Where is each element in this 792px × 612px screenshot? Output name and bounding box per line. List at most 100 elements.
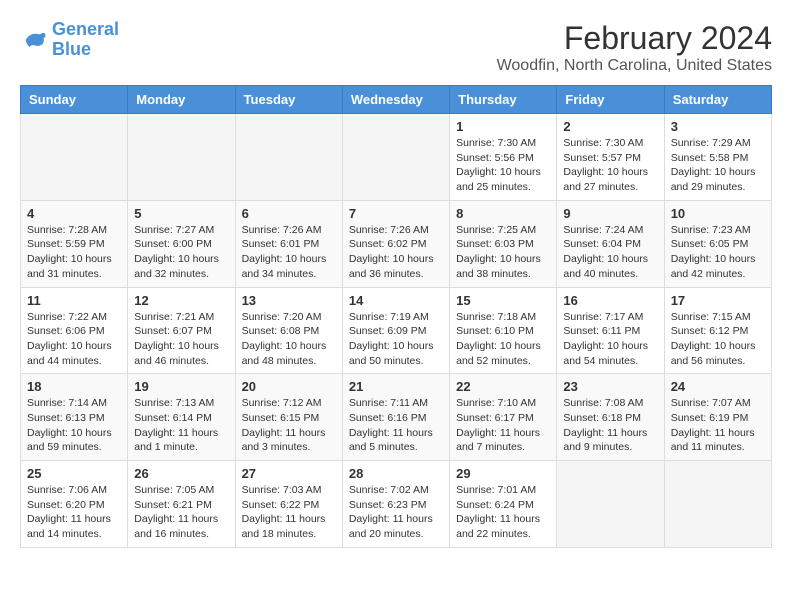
day-info: Sunrise: 7:25 AMSunset: 6:03 PMDaylight:… (456, 223, 550, 282)
day-number: 22 (456, 379, 550, 394)
day-info: Sunrise: 7:22 AMSunset: 6:06 PMDaylight:… (27, 310, 121, 369)
calendar-cell (128, 114, 235, 201)
calendar-cell: 12 Sunrise: 7:21 AMSunset: 6:07 PMDayligh… (128, 287, 235, 374)
calendar-cell: 9 Sunrise: 7:24 AMSunset: 6:04 PMDaylight… (557, 200, 664, 287)
calendar-cell: 5 Sunrise: 7:27 AMSunset: 6:00 PMDaylight… (128, 200, 235, 287)
calendar-cell: 1 Sunrise: 7:30 AMSunset: 5:56 PMDaylight… (450, 114, 557, 201)
calendar-cell: 13Sunrise: 7:20 AMSunset: 6:08 PMDayligh… (235, 287, 342, 374)
calendar-cell: 3 Sunrise: 7:29 AMSunset: 5:58 PMDaylight… (664, 114, 771, 201)
calendar-week-5: 25 Sunrise: 7:06 AMSunset: 6:20 PMDayligh… (21, 461, 772, 548)
page-header: General Blue February 2024 Woodfin, Nort… (20, 20, 772, 75)
calendar-cell: 7 Sunrise: 7:26 AMSunset: 6:02 PMDaylight… (342, 200, 449, 287)
day-info: Sunrise: 7:01 AMSunset: 6:24 PMDaylight:… (456, 483, 550, 542)
day-number: 21 (349, 379, 443, 394)
calendar-header-row: SundayMondayTuesdayWednesdayThursdayFrid… (21, 86, 772, 114)
header-cell-sunday: Sunday (21, 86, 128, 114)
day-number: 6 (242, 206, 336, 221)
day-info: Sunrise: 7:21 AMSunset: 6:07 PMDaylight:… (134, 310, 228, 369)
title-area: February 2024 Woodfin, North Carolina, U… (497, 20, 772, 75)
day-info: Sunrise: 7:30 AMSunset: 5:56 PMDaylight:… (456, 136, 550, 195)
calendar-cell: 11 Sunrise: 7:22 AMSunset: 6:06 PMDayligh… (21, 287, 128, 374)
day-info: Sunrise: 7:27 AMSunset: 6:00 PMDaylight:… (134, 223, 228, 282)
day-number: 20 (242, 379, 336, 394)
calendar-week-4: 18Sunrise: 7:14 AMSunset: 6:13 PMDayligh… (21, 374, 772, 461)
day-number: 29 (456, 466, 550, 481)
page-title: February 2024 (497, 20, 772, 57)
day-number: 24 (671, 379, 765, 394)
calendar-body: 1 Sunrise: 7:30 AMSunset: 5:56 PMDaylight… (21, 114, 772, 548)
header-cell-wednesday: Wednesday (342, 86, 449, 114)
day-number: 26 (134, 466, 228, 481)
calendar-cell: 2Sunrise: 7:30 AMSunset: 5:57 PMDaylight… (557, 114, 664, 201)
day-info: Sunrise: 7:12 AMSunset: 6:15 PMDaylight:… (242, 396, 336, 455)
day-info: Sunrise: 7:24 AMSunset: 6:04 PMDaylight:… (563, 223, 657, 282)
calendar-cell: 29 Sunrise: 7:01 AMSunset: 6:24 PMDayligh… (450, 461, 557, 548)
day-info: Sunrise: 7:18 AMSunset: 6:10 PMDaylight:… (456, 310, 550, 369)
day-number: 7 (349, 206, 443, 221)
calendar-cell: 18Sunrise: 7:14 AMSunset: 6:13 PMDayligh… (21, 374, 128, 461)
calendar-cell (557, 461, 664, 548)
header-cell-saturday: Saturday (664, 86, 771, 114)
day-number: 16 (563, 293, 657, 308)
day-info: Sunrise: 7:08 AMSunset: 6:18 PMDaylight:… (563, 396, 657, 455)
day-info: Sunrise: 7:17 AMSunset: 6:11 PMDaylight:… (563, 310, 657, 369)
calendar-cell (664, 461, 771, 548)
day-info: Sunrise: 7:28 AMSunset: 5:59 PMDaylight:… (27, 223, 121, 282)
header-cell-monday: Monday (128, 86, 235, 114)
logo: General Blue (20, 20, 119, 60)
day-info: Sunrise: 7:03 AMSunset: 6:22 PMDaylight:… (242, 483, 336, 542)
calendar-cell: 22Sunrise: 7:10 AMSunset: 6:17 PMDayligh… (450, 374, 557, 461)
day-info: Sunrise: 7:06 AMSunset: 6:20 PMDaylight:… (27, 483, 121, 542)
calendar-cell: 19Sunrise: 7:13 AMSunset: 6:14 PMDayligh… (128, 374, 235, 461)
calendar-cell: 26 Sunrise: 7:05 AMSunset: 6:21 PMDayligh… (128, 461, 235, 548)
day-info: Sunrise: 7:29 AMSunset: 5:58 PMDaylight:… (671, 136, 765, 195)
calendar-cell: 25 Sunrise: 7:06 AMSunset: 6:20 PMDayligh… (21, 461, 128, 548)
calendar-cell: 4 Sunrise: 7:28 AMSunset: 5:59 PMDaylight… (21, 200, 128, 287)
day-info: Sunrise: 7:19 AMSunset: 6:09 PMDaylight:… (349, 310, 443, 369)
calendar-cell: 24 Sunrise: 7:07 AMSunset: 6:19 PMDayligh… (664, 374, 771, 461)
day-number: 27 (242, 466, 336, 481)
logo-icon (20, 26, 48, 54)
day-info: Sunrise: 7:30 AMSunset: 5:57 PMDaylight:… (563, 136, 657, 195)
page-subtitle: Woodfin, North Carolina, United States (497, 57, 772, 75)
calendar-cell (342, 114, 449, 201)
day-info: Sunrise: 7:07 AMSunset: 6:19 PMDaylight:… (671, 396, 765, 455)
day-number: 13 (242, 293, 336, 308)
day-info: Sunrise: 7:26 AMSunset: 6:01 PMDaylight:… (242, 223, 336, 282)
calendar-week-1: 1 Sunrise: 7:30 AMSunset: 5:56 PMDaylight… (21, 114, 772, 201)
calendar-cell: 23 Sunrise: 7:08 AMSunset: 6:18 PMDayligh… (557, 374, 664, 461)
day-number: 9 (563, 206, 657, 221)
calendar-cell: 15 Sunrise: 7:18 AMSunset: 6:10 PMDayligh… (450, 287, 557, 374)
calendar-cell (21, 114, 128, 201)
day-number: 15 (456, 293, 550, 308)
day-number: 3 (671, 119, 765, 134)
day-number: 11 (27, 293, 121, 308)
day-info: Sunrise: 7:26 AMSunset: 6:02 PMDaylight:… (349, 223, 443, 282)
calendar-cell: 14Sunrise: 7:19 AMSunset: 6:09 PMDayligh… (342, 287, 449, 374)
day-info: Sunrise: 7:23 AMSunset: 6:05 PMDaylight:… (671, 223, 765, 282)
calendar-cell: 6 Sunrise: 7:26 AMSunset: 6:01 PMDaylight… (235, 200, 342, 287)
day-info: Sunrise: 7:11 AMSunset: 6:16 PMDaylight:… (349, 396, 443, 455)
day-number: 17 (671, 293, 765, 308)
logo-general: General (52, 19, 119, 39)
day-info: Sunrise: 7:14 AMSunset: 6:13 PMDaylight:… (27, 396, 121, 455)
day-number: 1 (456, 119, 550, 134)
day-info: Sunrise: 7:05 AMSunset: 6:21 PMDaylight:… (134, 483, 228, 542)
day-info: Sunrise: 7:02 AMSunset: 6:23 PMDaylight:… (349, 483, 443, 542)
day-number: 4 (27, 206, 121, 221)
day-number: 23 (563, 379, 657, 394)
header-cell-tuesday: Tuesday (235, 86, 342, 114)
day-number: 12 (134, 293, 228, 308)
calendar-cell (235, 114, 342, 201)
calendar-table: SundayMondayTuesdayWednesdayThursdayFrid… (20, 85, 772, 548)
day-number: 25 (27, 466, 121, 481)
day-number: 8 (456, 206, 550, 221)
calendar-week-3: 11 Sunrise: 7:22 AMSunset: 6:06 PMDayligh… (21, 287, 772, 374)
calendar-cell: 27 Sunrise: 7:03 AMSunset: 6:22 PMDayligh… (235, 461, 342, 548)
calendar-cell: 17Sunrise: 7:15 AMSunset: 6:12 PMDayligh… (664, 287, 771, 374)
day-info: Sunrise: 7:13 AMSunset: 6:14 PMDaylight:… (134, 396, 228, 455)
day-number: 10 (671, 206, 765, 221)
day-number: 5 (134, 206, 228, 221)
header-cell-friday: Friday (557, 86, 664, 114)
calendar-cell: 8 Sunrise: 7:25 AMSunset: 6:03 PMDaylight… (450, 200, 557, 287)
